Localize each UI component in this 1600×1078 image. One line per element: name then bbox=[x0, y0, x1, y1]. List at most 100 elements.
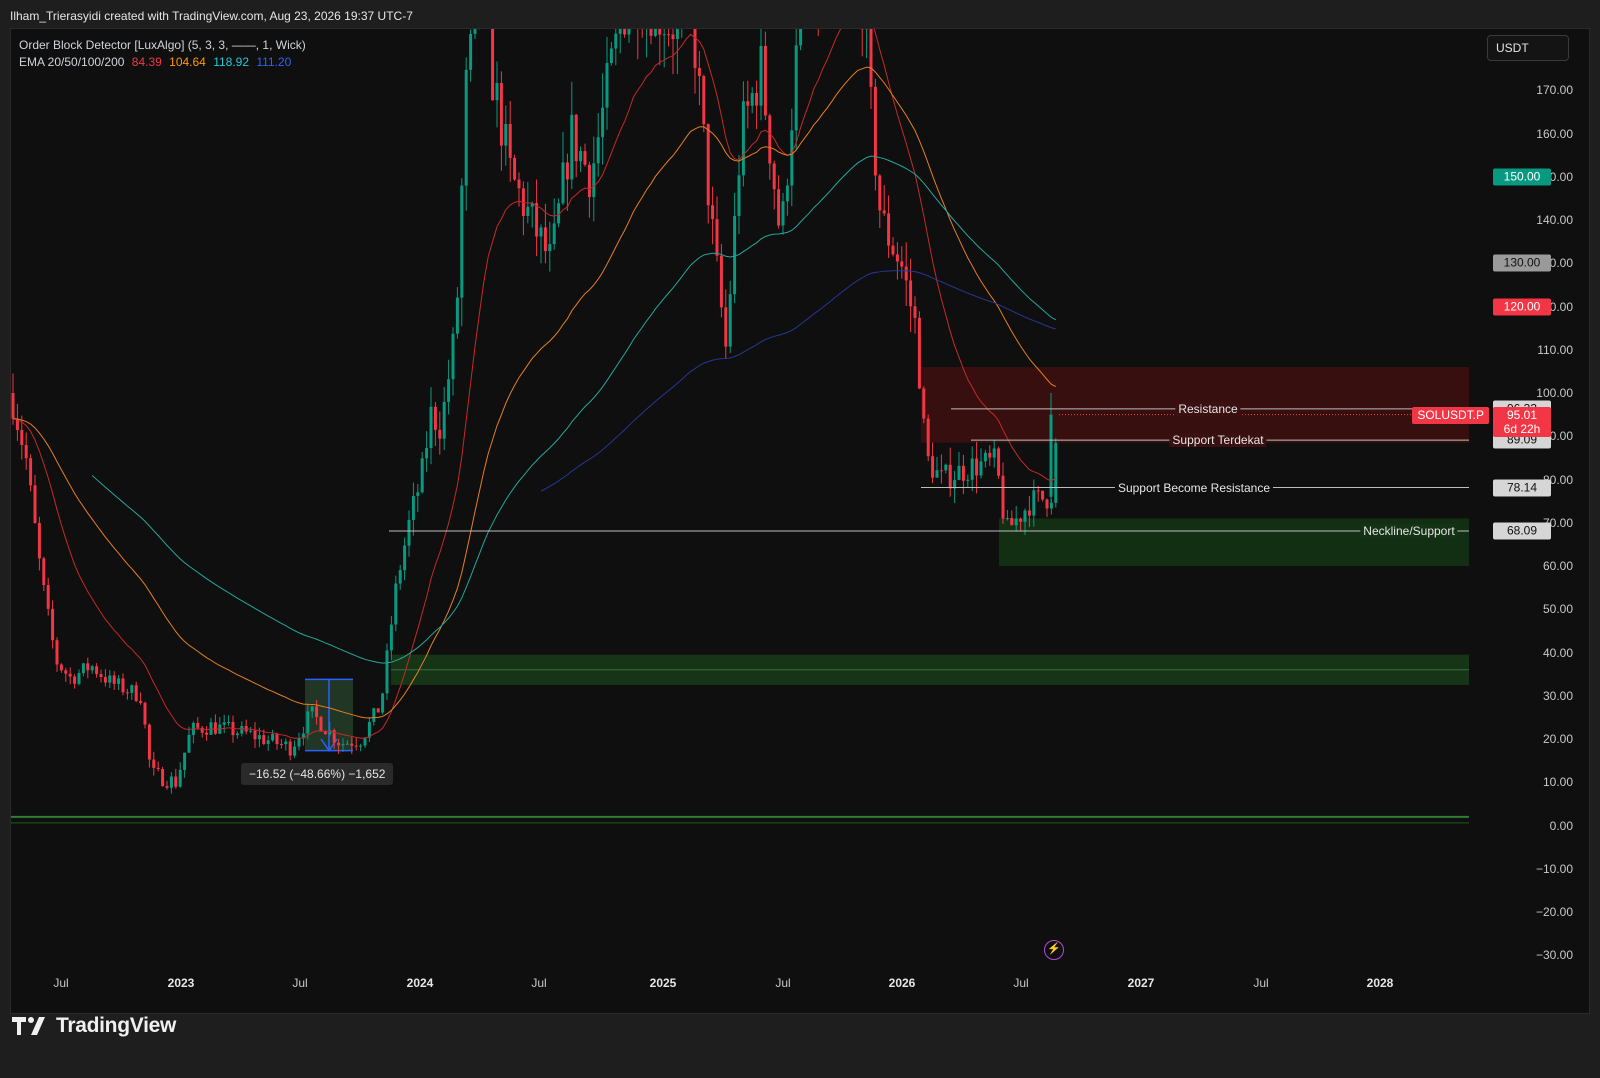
candle-body bbox=[205, 732, 209, 735]
candle-body bbox=[394, 583, 398, 625]
candle-body bbox=[794, 45, 798, 131]
candle-body bbox=[504, 123, 508, 146]
candle-body bbox=[152, 759, 156, 768]
ema100-value: 118.92 bbox=[213, 55, 249, 69]
indicator-title: Order Block Detector [LuxAlgo] (5, 3, 3,… bbox=[19, 38, 306, 52]
candle-body bbox=[702, 76, 706, 125]
candle-body bbox=[552, 223, 556, 245]
candle-body bbox=[719, 255, 723, 308]
candle-body bbox=[354, 745, 358, 747]
candle-body bbox=[227, 721, 231, 723]
tradingview-logo[interactable]: TradingView bbox=[12, 1014, 176, 1038]
candle-body bbox=[447, 379, 451, 402]
candle-body bbox=[359, 745, 363, 747]
ema50-value: 104.64 bbox=[169, 55, 206, 69]
candle-body bbox=[319, 716, 323, 732]
level-label: Neckline/Support bbox=[1360, 524, 1458, 538]
candle-body bbox=[130, 685, 134, 693]
chart-area[interactable]: Order Block Detector [LuxAlgo] (5, 3, 3,… bbox=[10, 28, 1590, 1014]
candle-body bbox=[161, 769, 165, 787]
candle-body bbox=[926, 418, 930, 457]
candle-body bbox=[279, 744, 283, 746]
candle-body bbox=[1036, 490, 1040, 492]
candle-body bbox=[240, 725, 244, 734]
candle-body bbox=[772, 163, 776, 190]
chart-caption: Ilham_Trierasyidi created with TradingVi… bbox=[10, 9, 413, 23]
candle-body bbox=[763, 45, 767, 116]
candle-body bbox=[623, 29, 627, 35]
candle-body bbox=[741, 101, 745, 176]
candle-body bbox=[411, 495, 415, 520]
candle-body bbox=[473, 29, 477, 34]
candle-body bbox=[429, 406, 433, 448]
candle-body bbox=[1054, 442, 1058, 503]
candle-body bbox=[262, 735, 266, 745]
candle-body bbox=[143, 702, 147, 725]
candle-body bbox=[561, 162, 565, 204]
candle-body bbox=[935, 470, 939, 478]
candle-body bbox=[746, 101, 750, 106]
candle-body bbox=[975, 458, 979, 476]
lightning-icon[interactable]: ⚡ bbox=[1044, 940, 1064, 960]
candle-body bbox=[20, 430, 24, 445]
candle-body bbox=[737, 175, 741, 217]
candle-body bbox=[601, 107, 605, 138]
candle-body bbox=[275, 733, 279, 745]
candle-body bbox=[957, 465, 961, 480]
candle-body bbox=[99, 674, 103, 678]
candle-body bbox=[108, 675, 112, 683]
candle-body bbox=[288, 741, 292, 756]
candle-body bbox=[178, 769, 182, 787]
candle-body bbox=[389, 624, 393, 651]
candle-body bbox=[878, 175, 882, 211]
candle-body bbox=[156, 767, 160, 770]
candle-body bbox=[706, 124, 710, 206]
candle-body bbox=[249, 730, 253, 732]
ema20-value: 84.39 bbox=[131, 55, 162, 69]
candle-body bbox=[565, 162, 569, 180]
candle-body bbox=[882, 210, 886, 214]
candle-body bbox=[29, 458, 33, 486]
candle-body bbox=[614, 33, 618, 49]
candle-body bbox=[618, 29, 622, 34]
candle-body bbox=[112, 675, 116, 684]
currency-selector[interactable]: USDT bbox=[1487, 35, 1569, 61]
ema-legend[interactable]: EMA 20/50/100/200 84.39 104.64 118.92 11… bbox=[19, 55, 295, 69]
candle-body bbox=[73, 676, 77, 684]
candle-body bbox=[790, 130, 794, 186]
price-chart[interactable] bbox=[11, 29, 1590, 1014]
candle-body bbox=[728, 294, 732, 347]
candle-body bbox=[306, 711, 310, 734]
candle-body bbox=[587, 164, 591, 198]
candle-body bbox=[68, 673, 72, 677]
candle-body bbox=[385, 650, 389, 694]
candle-body bbox=[59, 664, 63, 671]
candle-body bbox=[438, 429, 442, 439]
candle-body bbox=[759, 45, 763, 106]
candle-body bbox=[724, 307, 728, 347]
candle-body bbox=[579, 151, 583, 162]
candle-body bbox=[37, 522, 41, 559]
candle-body bbox=[1032, 490, 1036, 516]
candle-body bbox=[627, 29, 631, 35]
candle-body bbox=[526, 206, 530, 216]
candle-body bbox=[1019, 518, 1023, 522]
candle-body bbox=[169, 776, 173, 788]
candle-body bbox=[539, 227, 543, 237]
candle-body bbox=[583, 151, 587, 165]
candle-body bbox=[257, 735, 261, 740]
candle-body bbox=[121, 678, 125, 693]
measure-label: −16.52 (−48.66%) −1,652 bbox=[241, 763, 394, 785]
ema200-value: 111.20 bbox=[256, 55, 292, 69]
candle-body bbox=[592, 163, 596, 198]
candle-body bbox=[341, 744, 345, 746]
candle-body bbox=[570, 114, 574, 180]
candle-body bbox=[609, 48, 613, 64]
candle-body bbox=[517, 179, 521, 189]
candle-body bbox=[983, 452, 987, 462]
candle-body bbox=[376, 708, 380, 713]
candle-body bbox=[675, 29, 679, 40]
candle-body bbox=[253, 730, 257, 740]
indicator-legend[interactable]: Order Block Detector [LuxAlgo] (5, 3, 3,… bbox=[19, 38, 310, 52]
candle-body bbox=[420, 458, 424, 493]
